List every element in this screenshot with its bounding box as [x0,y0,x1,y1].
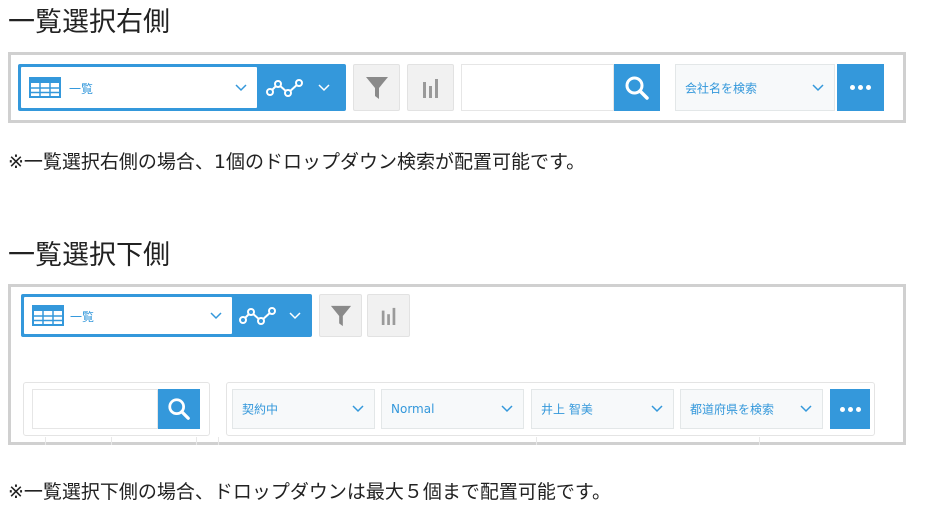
search-input[interactable] [32,389,158,429]
table-column-divider [759,437,760,445]
more-button[interactable] [830,389,870,429]
company-search-dropdown-label: 会社名を検索 [685,81,758,95]
section-below-note: ※一覧選択下側の場合、ドロップダウンは最大５個まで配置可能です。 [8,481,612,503]
dropdown-contract-status[interactable]: 契約中 [232,389,375,429]
chevron-down-icon [235,84,247,92]
funnel-icon [330,305,351,326]
dropdown-priority[interactable]: Normal [381,389,524,429]
chevron-down-icon [501,405,513,413]
chevron-down-icon [812,83,824,91]
view-select[interactable]: 一覧 [18,64,346,111]
chevron-down-icon [651,405,663,413]
toolbar-panel-right: 一覧 会社名を検索 [8,52,906,123]
view-select-box[interactable]: 一覧 [24,297,232,334]
search-button[interactable] [158,389,200,429]
dropdown-person[interactable]: 井上 智美 [531,389,674,429]
ellipsis-icon [850,85,871,90]
grid-list-icon [32,305,64,326]
company-search-dropdown[interactable]: 会社名を検索 [675,64,835,111]
dropdown-prefecture-search[interactable]: 都道府県を検索 [680,389,823,429]
graph-select-button[interactable] [260,67,340,108]
graph-icon [266,79,303,97]
table-column-divider [536,437,537,445]
bar-chart-icon [422,78,438,98]
table-column-divider [196,437,197,445]
dropdown-label: 都道府県を検索 [690,402,775,417]
search-area [23,382,210,436]
funnel-icon [365,76,388,99]
view-select-box[interactable]: 一覧 [21,67,257,108]
more-button[interactable] [837,64,884,111]
dropdown-label: Normal [391,402,435,416]
section-below-heading: 一覧選択下側 [8,240,170,271]
dropdown-label: 契約中 [242,402,279,417]
magnifier-icon [168,398,190,420]
ellipsis-icon [839,406,861,412]
view-select[interactable]: 一覧 [21,294,312,337]
view-select-label: 一覧 [70,310,95,324]
filter-button[interactable] [353,64,400,111]
magnifier-icon [625,76,649,100]
search-input[interactable] [461,64,614,111]
chevron-down-icon [210,312,222,320]
section-right-note: ※一覧選択右側の場合、1個のドロップダウン検索が配置可能です。 [8,151,586,173]
section-right-heading: 一覧選択右側 [8,7,170,38]
bar-chart-icon [381,307,395,325]
graph-chevron-down-icon [289,312,301,320]
dropdown-area: 契約中 Normal 井上 智美 都道府県を検索 [226,382,875,436]
table-column-divider [218,437,219,445]
search-button[interactable] [614,64,660,111]
chart-button[interactable] [407,64,454,111]
toolbar-panel-below: 一覧 契約中 Normal 井上 智美 都道府県を検索 [8,284,906,445]
grid-list-icon [29,77,61,98]
table-column-divider [45,437,46,445]
chevron-down-icon [352,405,364,413]
chevron-down-icon [800,405,812,413]
view-select-label: 一覧 [69,82,94,96]
graph-icon [239,307,276,325]
table-column-divider [111,437,112,445]
chart-button[interactable] [367,294,410,337]
graph-chevron-down-icon [318,84,330,92]
dropdown-label: 井上 智美 [541,402,593,417]
graph-select-button[interactable] [235,297,309,334]
filter-button[interactable] [319,294,362,337]
